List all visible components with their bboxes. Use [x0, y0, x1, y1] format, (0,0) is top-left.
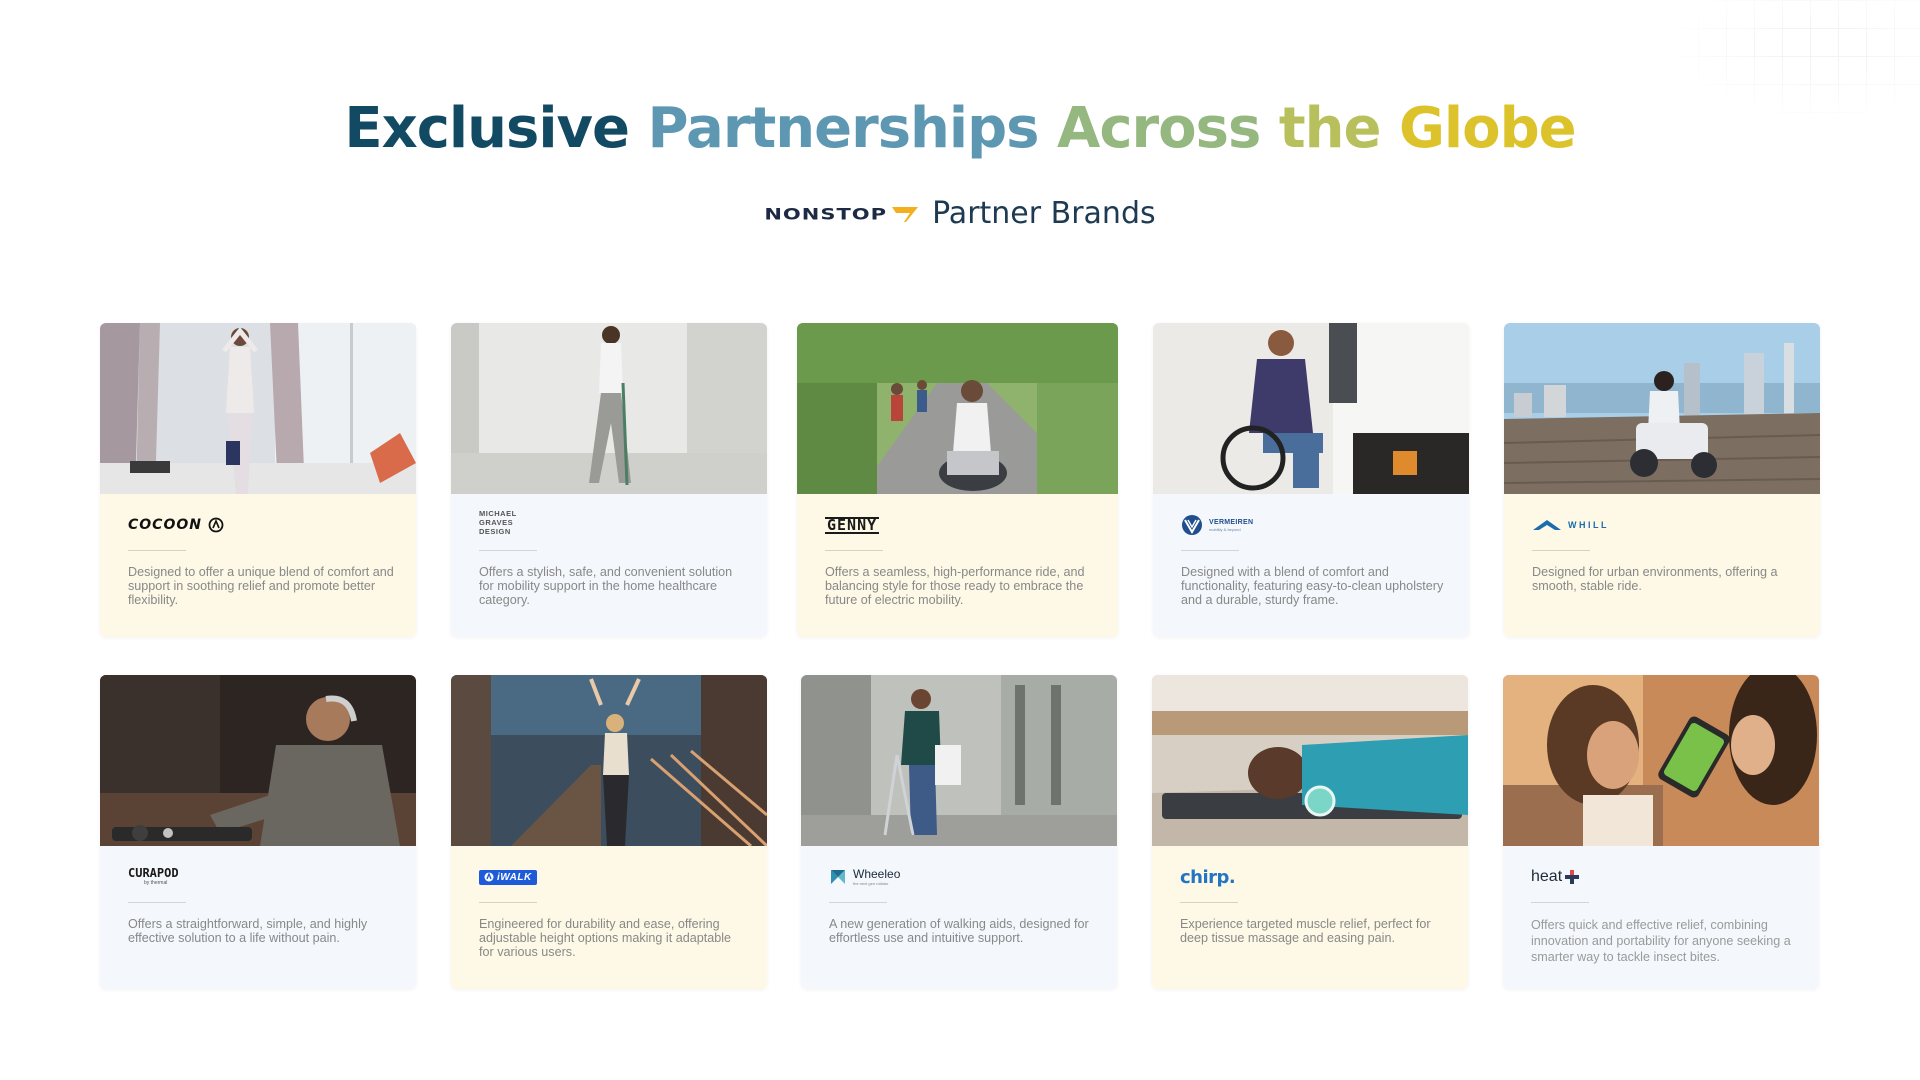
- heat-plus-icon: [1565, 870, 1580, 884]
- subheading-text: Partner Brands: [932, 196, 1156, 231]
- partner-photo-scooter-rider: [797, 323, 1118, 494]
- wheeleo-wordmark: Wheeleo: [853, 867, 901, 881]
- logo-line: GRAVES: [479, 518, 514, 527]
- partner-card: WHILL Designed for urban environments, o…: [1504, 323, 1820, 637]
- curapod-logo: CURAPOD by thermal: [128, 867, 179, 891]
- divider: [128, 902, 186, 903]
- partner-photo-walking-cane: [451, 323, 767, 494]
- partner-description: Designed for urban environments, offerin…: [1532, 565, 1778, 593]
- heat-wordmark: heat: [1531, 868, 1563, 885]
- partner-photo-stairs-woman: [451, 675, 767, 846]
- divider: [1180, 902, 1238, 903]
- nonstop-wordmark: NONSTOP: [764, 204, 888, 223]
- partner-description: Offers a stylish, safe, and convenient s…: [479, 565, 733, 607]
- divider: [128, 550, 186, 551]
- heading-word: the: [1278, 96, 1382, 161]
- partner-photo-wheelchair-man: [1153, 323, 1469, 494]
- partner-card: CURAPOD by thermal Offers a straightforw…: [100, 675, 416, 989]
- iwalk-badge-icon: iWALK: [479, 869, 537, 885]
- partner-brands-subheading: NONSTOP Partner Brands: [0, 196, 1920, 231]
- partner-photo-friends-phone: [1503, 675, 1819, 846]
- wheeleo-symbol-icon: [831, 870, 845, 884]
- cocoon-wordmark: COCOON: [128, 517, 202, 533]
- vermeiren-logo: VERMEIREN mobility & beyond: [1181, 513, 1253, 537]
- heat-logo: heat: [1531, 865, 1580, 889]
- vermeiren-tagline: mobility & beyond: [1209, 526, 1241, 532]
- divider: [825, 550, 883, 551]
- heading-word: Globe: [1398, 96, 1577, 161]
- michael-graves-logo: MICHAEL GRAVES DESIGN: [479, 509, 517, 536]
- chirp-logo: chirp.: [1180, 865, 1236, 889]
- partner-card: COCOON Designed to offer a unique blend …: [100, 323, 416, 637]
- divider: [1181, 550, 1239, 551]
- heading-word: Across: [1057, 96, 1261, 161]
- cocoon-symbol-icon: [208, 517, 224, 533]
- iwalk-wordmark: iWALK: [497, 871, 532, 883]
- partner-card: GENNY Offers a seamless, high-performanc…: [797, 323, 1118, 637]
- partner-photo-neck-massage: [1152, 675, 1468, 846]
- heading-word: Exclusive: [344, 96, 630, 161]
- partner-card: MICHAEL GRAVES DESIGN Offers a stylish, …: [451, 323, 767, 637]
- partner-description: Designed to offer a unique blend of comf…: [128, 565, 394, 607]
- genny-logo: GENNY: [825, 513, 880, 537]
- heading-word: Partnerships: [647, 96, 1040, 161]
- vermeiren-globe-icon: [1182, 515, 1202, 535]
- partner-photo-walker-woman: [801, 675, 1117, 846]
- whill-wordmark: WHILL: [1568, 520, 1609, 530]
- chirp-wordmark: chirp.: [1180, 866, 1236, 888]
- partner-description: Experience targeted muscle relief, perfe…: [1180, 917, 1431, 945]
- curapod-wordmark: CURAPOD: [128, 866, 179, 880]
- divider: [479, 902, 537, 903]
- partner-card: iWALK Engineered for durability and ease…: [451, 675, 767, 989]
- partner-card: Wheeleo the next gen rollator A new gene…: [801, 675, 1117, 989]
- iwalk-figure-icon: [484, 872, 494, 882]
- divider: [1531, 902, 1589, 903]
- logo-line: MICHAEL: [479, 509, 517, 518]
- whill-chevron-icon: [1533, 520, 1561, 530]
- nonstop-logo: NONSTOP: [764, 202, 920, 226]
- cocoon-logo: COCOON: [128, 513, 224, 537]
- divider: [479, 550, 537, 551]
- partner-description: Offers a straightforward, simple, and hi…: [128, 917, 368, 945]
- nonstop-bolt-icon: [892, 206, 919, 222]
- genny-wordmark: GENNY: [825, 515, 880, 534]
- logo-line: DESIGN: [479, 527, 511, 536]
- vermeiren-wordmark: VERMEIREN: [1209, 518, 1254, 526]
- partner-photo-city-wheelchair: [1504, 323, 1820, 494]
- wheeleo-logo: Wheeleo the next gen rollator: [829, 865, 900, 889]
- curapod-tagline: by thermal: [144, 880, 168, 886]
- partner-photo-yoga-woman: [100, 323, 416, 494]
- divider: [1532, 550, 1590, 551]
- partner-description: A new generation of walking aids, design…: [829, 917, 1089, 945]
- vermeiren-text: VERMEIREN mobility & beyond: [1209, 519, 1253, 532]
- partner-card: heat Offers quick and effective relief, …: [1503, 675, 1819, 989]
- wheeleo-text: Wheeleo the next gen rollator: [853, 867, 901, 887]
- divider: [829, 902, 887, 903]
- partner-description: Designed with a blend of comfort and fun…: [1181, 565, 1444, 607]
- iwalk-logo: iWALK: [479, 865, 537, 889]
- partner-card: chirp. Experience targeted muscle relief…: [1152, 675, 1468, 989]
- wheeleo-tagline: the next gen rollator: [853, 881, 889, 886]
- partner-description: Offers quick and effective relief, combi…: [1531, 918, 1791, 964]
- page-heading: Exclusive Partnerships Across the Globe: [0, 96, 1920, 161]
- partner-description: Offers a seamless, high-performance ride…: [825, 565, 1085, 607]
- partner-photo-relaxed-man: [100, 675, 416, 846]
- partner-description: Engineered for durability and ease, offe…: [479, 917, 732, 959]
- whill-logo: WHILL: [1532, 513, 1609, 537]
- partner-card: VERMEIREN mobility & beyond Designed wit…: [1153, 323, 1469, 637]
